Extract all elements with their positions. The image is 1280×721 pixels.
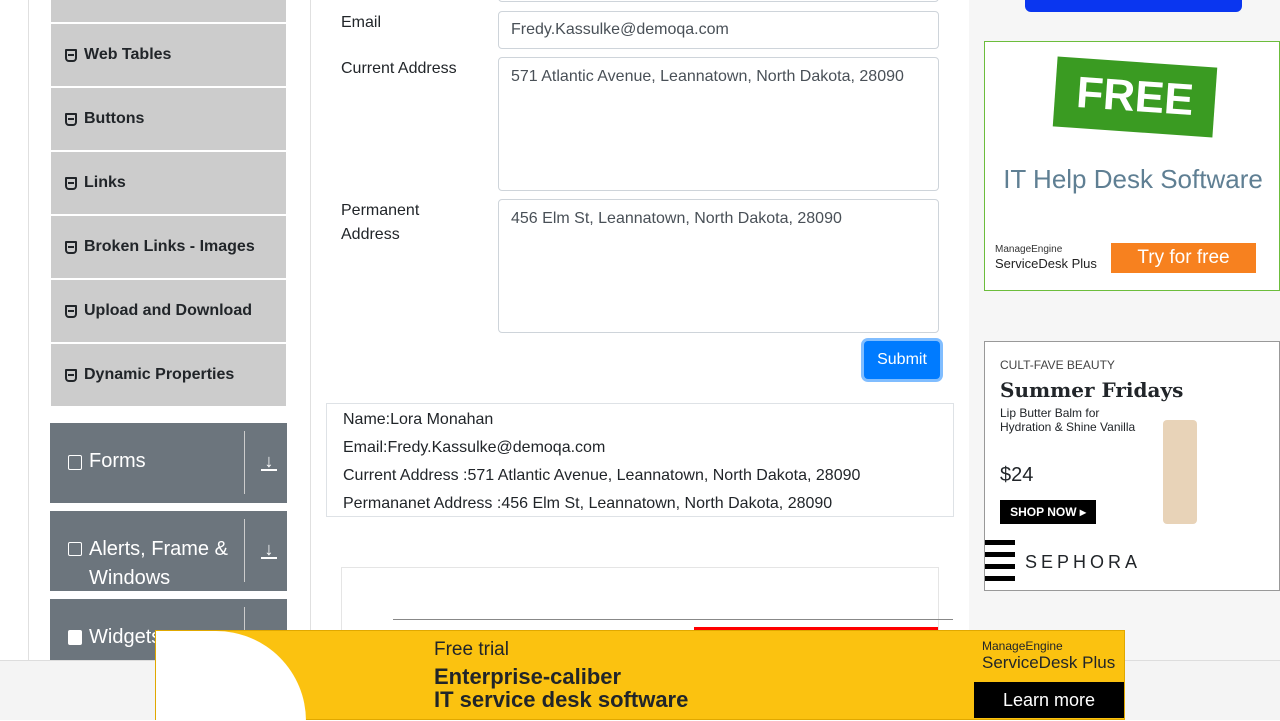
widgets-icon: [68, 630, 82, 645]
ad-brand-product: ServiceDesk Plus: [982, 653, 1116, 672]
current-address-label: Current Address: [341, 60, 457, 77]
ad-sephora[interactable]: CULT-FAVE BEAUTY Summer Fridays Lip Butt…: [984, 341, 1280, 591]
document-icon: [68, 455, 82, 470]
menu-stripes: [985, 540, 1015, 584]
html5-icon: [65, 240, 77, 254]
right-ad-column: FREE IT Help Desk Software ManageEngine …: [969, 0, 1280, 660]
product-image: [1163, 420, 1197, 524]
ad-brand: ManageEngine: [982, 639, 1063, 653]
page-border: [28, 0, 29, 660]
ad-free-helpdesk[interactable]: FREE IT Help Desk Software ManageEngine …: [984, 41, 1280, 291]
sidebar-item-upload-download[interactable]: Upload and Download: [51, 280, 286, 342]
download-arrow-icon: ↓: [261, 452, 277, 471]
sidebar-item-broken-links[interactable]: Broken Links - Images: [51, 216, 286, 278]
ad-brand: ManageEngine: [995, 244, 1063, 255]
sidebar-item-buttons[interactable]: Buttons: [51, 88, 286, 150]
shop-now-button[interactable]: SHOP NOW ▸: [1000, 500, 1096, 524]
html5-icon: [65, 112, 77, 126]
ad-price: $24: [1000, 464, 1034, 486]
ad-frame: [393, 619, 953, 620]
output-name: Name:Lora Monahan: [343, 411, 494, 428]
ad-brand-product: ServiceDesk Plus: [995, 256, 1097, 271]
ad-button[interactable]: [1025, 0, 1242, 12]
output-current-address: Current Address :571 Atlantic Avenue, Le…: [343, 467, 861, 484]
ad-desc: Lip Butter Balm for Hydration & Shine Va…: [1000, 406, 1136, 434]
ad-brand: CULT-FAVE BEAUTY: [1000, 358, 1115, 372]
html5-icon: [65, 304, 77, 318]
submit-button[interactable]: Submit: [864, 341, 940, 379]
sidebar-border: [310, 0, 311, 660]
permanent-address-textarea[interactable]: 456 Elm St, Leannatown, North Dakota, 28…: [498, 199, 939, 333]
learn-more-button[interactable]: Learn more: [974, 682, 1124, 718]
sidebar-item-previous[interactable]: [51, 0, 286, 22]
permanent-address-label: Permanent Address: [341, 202, 420, 243]
divider: [244, 519, 245, 582]
sidebar-item-web-tables[interactable]: Web Tables: [51, 24, 286, 86]
sidebar-item-dynamic-properties[interactable]: Dynamic Properties: [51, 344, 286, 406]
previous-input[interactable]: [498, 0, 939, 2]
email-input[interactable]: Fredy.Kassulke@demoqa.com: [498, 11, 939, 49]
output-email: Email:Fredy.Kassulke@demoqa.com: [343, 439, 606, 456]
ad-illustration: [156, 631, 306, 721]
window-icon: [68, 542, 82, 556]
bottom-ad[interactable]: Free trial Enterprise-caliber IT service…: [155, 630, 1125, 721]
ad-line3: IT service desk software: [434, 687, 689, 712]
try-for-free-button[interactable]: Try for free: [1111, 243, 1256, 273]
output-permanent-address: Permananet Address :456 Elm St, Leannato…: [343, 495, 833, 512]
free-badge: FREE: [1052, 56, 1218, 138]
sidebar-group-forms[interactable]: Forms ↓: [50, 423, 287, 503]
html5-icon: [65, 368, 77, 382]
store-name: SEPHORA: [1025, 552, 1142, 572]
ad-line1: Free trial: [434, 639, 509, 660]
sidebar-item-links[interactable]: Links: [51, 152, 286, 214]
divider: [244, 431, 245, 494]
ad-title: IT Help Desk Software: [1003, 164, 1263, 194]
ad-title: Summer Fridays: [1000, 378, 1184, 402]
email-label: Email: [341, 14, 382, 31]
output-box: Name:Lora Monahan Email:Fredy.Kassulke@d…: [326, 403, 954, 517]
html5-icon: [65, 48, 77, 62]
html5-icon: [65, 176, 77, 190]
download-arrow-icon: ↓: [261, 540, 277, 559]
current-address-textarea[interactable]: 571 Atlantic Avenue, Leannatown, North D…: [498, 57, 939, 191]
sidebar-group-alerts[interactable]: Alerts, Frame & Windows ↓: [50, 511, 287, 591]
